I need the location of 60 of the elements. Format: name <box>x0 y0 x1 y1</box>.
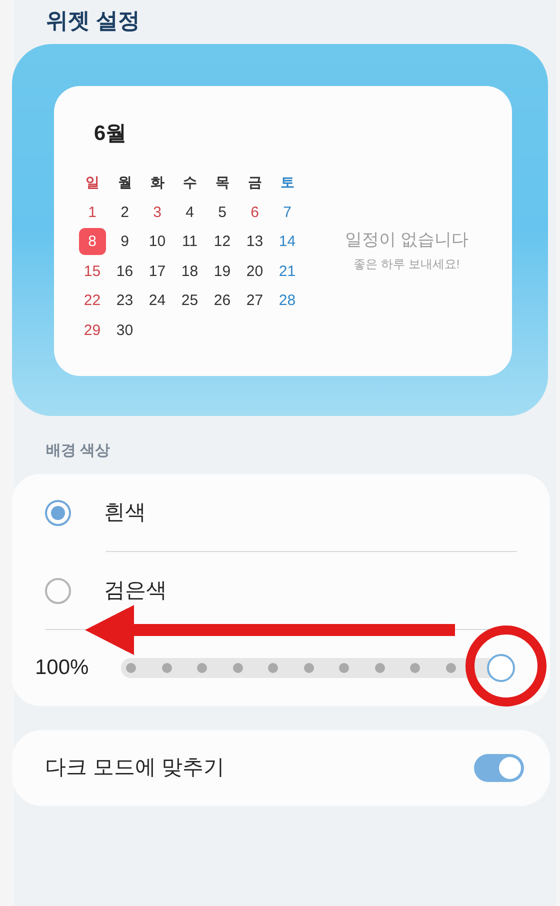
calendar-day: 20 <box>246 264 264 279</box>
calendar-day: 9 <box>120 234 129 250</box>
calendar-day: 18 <box>181 264 198 279</box>
calendar-day: 14 <box>278 234 296 250</box>
radio-button[interactable] <box>45 578 71 604</box>
calendar-day: 27 <box>246 293 264 308</box>
calendar-day: 23 <box>116 293 134 308</box>
empty-subtitle: 좋은 하루 보내세요! <box>354 256 460 273</box>
calendar-day: 2 <box>120 204 129 220</box>
calendar-day: 10 <box>148 234 166 250</box>
calendar-day: 8 <box>78 228 106 256</box>
option-label: 흰색 <box>104 500 146 526</box>
calendar-day: 26 <box>214 293 231 308</box>
slider-tick-mark <box>126 663 136 673</box>
slider-tick-mark <box>339 663 349 673</box>
slider-tick-mark <box>446 663 456 673</box>
calendar-day: 28 <box>278 293 296 308</box>
empty-title: 일정이 없습니다 <box>344 229 469 252</box>
calendar-day: 29 <box>84 322 101 338</box>
weekday-label: 화 <box>149 173 166 192</box>
calendar-day: 11 <box>182 234 198 250</box>
weekday-label: 일 <box>84 173 100 192</box>
calendar-day: 19 <box>214 264 231 279</box>
calendar-day: 22 <box>84 293 101 308</box>
calendar-day: 30 <box>116 322 134 338</box>
calendar-day: 21 <box>278 264 296 279</box>
calendar-day: 15 <box>84 264 101 279</box>
calendar-day: 3 <box>153 204 162 220</box>
month-title: 6월 <box>93 121 128 147</box>
calendar-day: 25 <box>181 293 198 308</box>
slider-tick-mark <box>162 663 172 673</box>
toggle-switch[interactable] <box>474 754 524 782</box>
calendar-day: 13 <box>246 234 264 250</box>
page-title: 위젯 설정 <box>45 7 142 35</box>
radio-button[interactable] <box>45 500 71 526</box>
weekday-label: 수 <box>182 173 198 192</box>
slider-tick-mark <box>410 663 420 673</box>
calendar-day: 12 <box>214 234 231 250</box>
slider-thumb[interactable] <box>487 654 515 682</box>
weekday-label: 목 <box>214 173 230 192</box>
section-label: 배경 색상 <box>45 441 112 461</box>
calendar-day: 24 <box>148 293 166 308</box>
calendar-day: 1 <box>88 204 96 220</box>
slider-tick-mark <box>268 663 278 673</box>
weekday-label: 토 <box>279 173 296 192</box>
slider-tick-mark <box>197 663 207 673</box>
slider-tick-mark <box>374 663 384 673</box>
option-label: 검은색 <box>104 578 167 604</box>
transparency-reading: 100% <box>35 655 90 682</box>
calendar-day: 6 <box>250 204 259 220</box>
calendar-day: 7 <box>283 204 292 220</box>
slider-tick-mark <box>232 663 242 673</box>
calendar-day: 5 <box>218 204 226 220</box>
slider-tick-mark <box>304 663 314 673</box>
weekday-label: 월 <box>116 173 133 192</box>
calendar-day: 17 <box>148 264 166 279</box>
dark-mode-label: 다크 모드에 맞추기 <box>45 755 225 782</box>
calendar-day: 4 <box>186 204 194 220</box>
weekday-label: 금 <box>246 173 263 192</box>
calendar-day: 16 <box>116 264 134 279</box>
